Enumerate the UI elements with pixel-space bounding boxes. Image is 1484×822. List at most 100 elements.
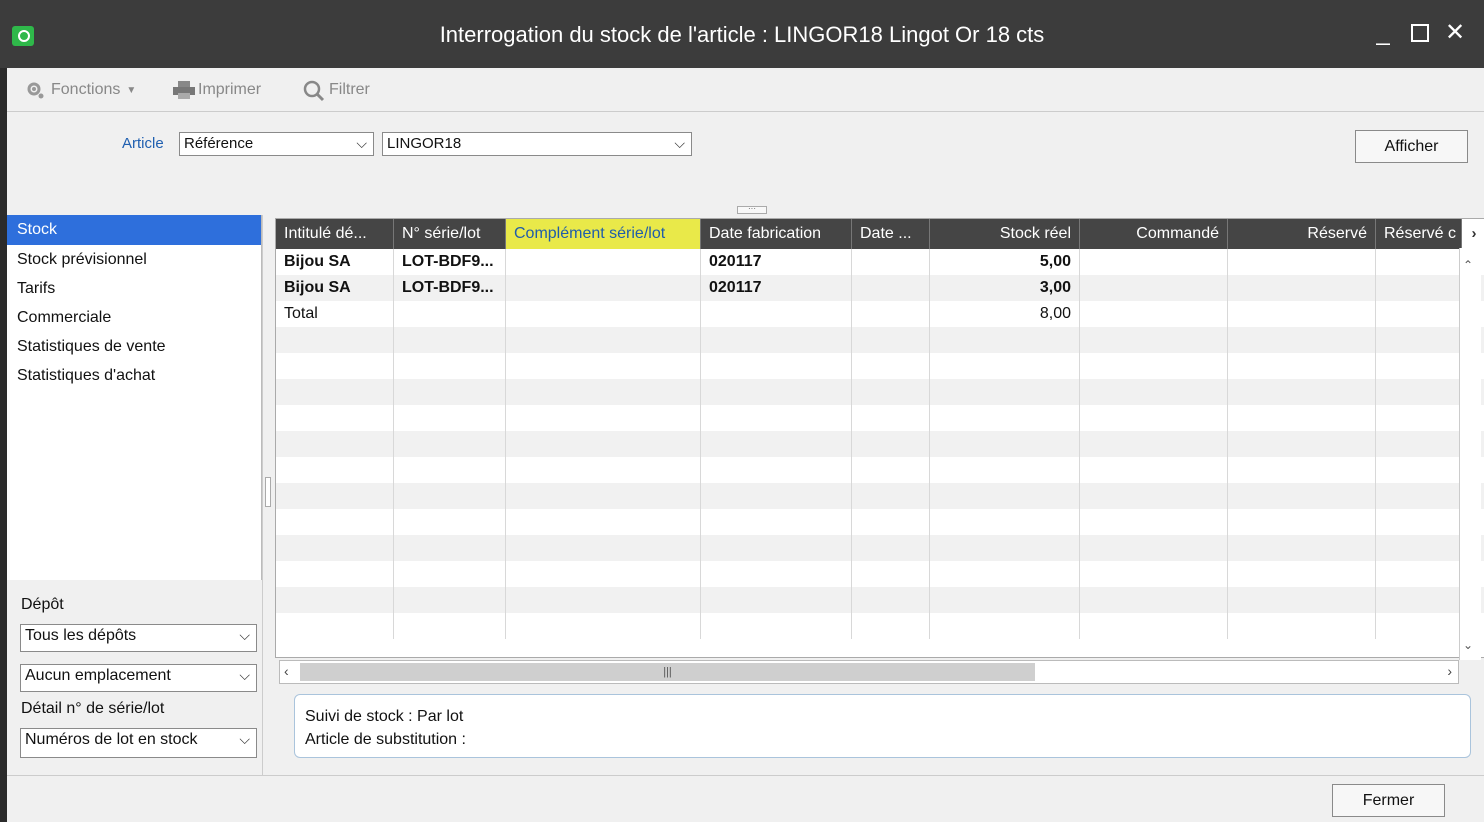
- vertical-scrollbar[interactable]: ⌃ ⌄: [1459, 248, 1481, 660]
- article-selection-area: Article Référence ⌵ LINGOR18 ⌵ Afficher: [7, 113, 1484, 203]
- empty-cell: [1376, 587, 1462, 613]
- column-header-date[interactable]: Date ...: [852, 219, 930, 249]
- empty-cell: [930, 561, 1080, 587]
- empty-cell: [276, 587, 394, 613]
- article-type-select[interactable]: Référence ⌵: [179, 132, 374, 156]
- scroll-up-icon[interactable]: ⌃: [1463, 258, 1473, 272]
- serial-detail-value: Numéros de lot en stock: [25, 731, 198, 748]
- empty-cell: [852, 509, 930, 535]
- empty-cell: [276, 431, 394, 457]
- empty-cell: [394, 327, 506, 353]
- grid-header: Intitulé dé... N° série/lot Complément s…: [276, 219, 1484, 249]
- empty-row: [276, 379, 1484, 405]
- empty-row: [276, 587, 1484, 613]
- close-window-button[interactable]: ✕: [1440, 18, 1470, 48]
- scroll-right-icon[interactable]: ›: [1447, 663, 1452, 679]
- scroll-down-icon[interactable]: ⌄: [1463, 638, 1473, 652]
- table-row[interactable]: Bijou SA LOT-BDF9... 020117 5,00: [276, 249, 1484, 275]
- empty-cell: [1080, 613, 1228, 639]
- empty-rows: [276, 327, 1484, 639]
- minimize-button[interactable]: _: [1368, 18, 1398, 48]
- cell-manufacture-date: 020117: [701, 249, 852, 275]
- cell-real-stock: 5,00: [930, 249, 1080, 275]
- column-header-reserved[interactable]: Réservé: [1228, 219, 1376, 249]
- filters-panel: Dépôt Tous les dépôts ⌵ Aucun emplacemen…: [7, 580, 262, 775]
- column-header-ordered[interactable]: Commandé: [1080, 219, 1228, 249]
- show-button[interactable]: Afficher: [1355, 130, 1468, 163]
- empty-cell: [1228, 405, 1376, 431]
- cell-ordered: [1080, 275, 1228, 301]
- nav-item-prices[interactable]: Tarifs: [7, 274, 261, 303]
- functions-menu-button[interactable]: Fonctions ▼: [25, 80, 136, 100]
- empty-cell: [930, 405, 1080, 431]
- empty-cell: [276, 561, 394, 587]
- cell-manufacture-date: [701, 301, 852, 327]
- cell-serial-complement: [506, 301, 701, 327]
- empty-cell: [394, 587, 506, 613]
- article-label[interactable]: Article: [122, 135, 164, 152]
- empty-cell: [930, 457, 1080, 483]
- empty-cell: [394, 509, 506, 535]
- empty-cell: [506, 405, 701, 431]
- empty-cell: [1376, 535, 1462, 561]
- cell-serial: [394, 301, 506, 327]
- nav-item-sales-stats[interactable]: Statistiques de vente: [7, 332, 261, 361]
- empty-cell: [506, 327, 701, 353]
- empty-cell: [1376, 327, 1462, 353]
- article-code-select[interactable]: LINGOR18 ⌵: [382, 132, 692, 156]
- scroll-left-icon[interactable]: ‹: [284, 663, 289, 679]
- splitter-grip[interactable]: [265, 477, 271, 507]
- column-header-serial-complement[interactable]: Complément série/lot: [506, 219, 701, 249]
- empty-cell: [506, 431, 701, 457]
- serial-detail-label: Détail n° de série/lot: [21, 700, 165, 717]
- nav-item-purchase-stats[interactable]: Statistiques d'achat: [7, 361, 261, 390]
- cell-ordered: [1080, 301, 1228, 327]
- functions-label: Fonctions: [51, 81, 121, 98]
- table-row-total[interactable]: Total 8,00: [276, 301, 1484, 327]
- scroll-right-icon[interactable]: ›: [1462, 219, 1484, 249]
- article-code-value: LINGOR18: [387, 135, 462, 152]
- maximize-icon: [1411, 24, 1429, 42]
- print-button[interactable]: Imprimer: [172, 80, 261, 100]
- column-header-serial[interactable]: N° série/lot: [394, 219, 506, 249]
- empty-cell: [852, 483, 930, 509]
- column-header-manufacture-date[interactable]: Date fabrication: [701, 219, 852, 249]
- substitution-article-text: Article de substitution :: [305, 731, 466, 748]
- table-row[interactable]: Bijou SA LOT-BDF9... 020117 3,00: [276, 275, 1484, 301]
- vertical-splitter[interactable]: [262, 215, 276, 775]
- cell-serial: LOT-BDF9...: [394, 275, 506, 301]
- empty-cell: [394, 457, 506, 483]
- stock-grid: Intitulé dé... N° série/lot Complément s…: [275, 218, 1484, 658]
- empty-cell: [701, 535, 852, 561]
- filter-button[interactable]: Filtrer: [303, 80, 370, 102]
- serial-detail-select[interactable]: Numéros de lot en stock ⌵: [20, 728, 257, 758]
- empty-cell: [1228, 561, 1376, 587]
- empty-cell: [506, 457, 701, 483]
- scrollbar-thumb[interactable]: |||: [300, 663, 1035, 681]
- column-header-label[interactable]: Intitulé dé...: [276, 219, 394, 249]
- nav-item-commercial[interactable]: Commerciale: [7, 303, 261, 332]
- empty-cell: [506, 535, 701, 561]
- empty-cell: [1376, 613, 1462, 639]
- horizontal-scrollbar[interactable]: ‹ ||| ›: [279, 660, 1459, 684]
- horizontal-splitter-grip[interactable]: ···: [737, 205, 767, 214]
- column-header-real-stock[interactable]: Stock réel: [930, 219, 1080, 249]
- empty-cell: [852, 405, 930, 431]
- empty-cell: [506, 561, 701, 587]
- close-button[interactable]: Fermer: [1332, 784, 1445, 817]
- empty-cell: [701, 327, 852, 353]
- empty-cell: [1080, 353, 1228, 379]
- depot-value: Tous les dépôts: [25, 627, 137, 644]
- column-header-reserved-c[interactable]: Réservé c: [1376, 219, 1462, 249]
- empty-cell: [394, 353, 506, 379]
- depot-select[interactable]: Tous les dépôts ⌵: [20, 624, 257, 652]
- empty-cell: [701, 431, 852, 457]
- empty-cell: [1228, 613, 1376, 639]
- stock-tracking-text: Suivi de stock : Par lot: [305, 708, 464, 725]
- nav-item-stock[interactable]: Stock: [7, 215, 261, 245]
- empty-cell: [701, 587, 852, 613]
- maximize-button[interactable]: [1405, 18, 1435, 48]
- nav-item-forecast-stock[interactable]: Stock prévisionnel: [7, 245, 261, 274]
- cell-real-stock: 3,00: [930, 275, 1080, 301]
- location-select[interactable]: Aucun emplacement ⌵: [20, 664, 257, 692]
